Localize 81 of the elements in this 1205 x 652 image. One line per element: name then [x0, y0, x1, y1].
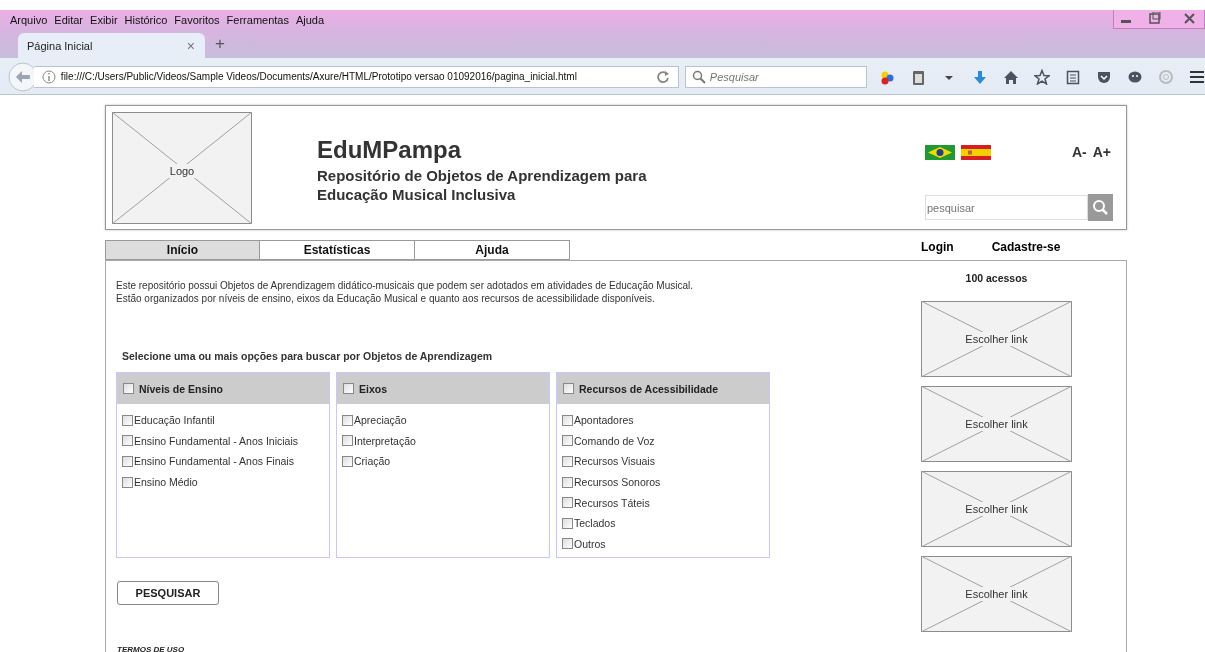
placeholder-label: Escolher link: [963, 502, 1030, 516]
group-title: Eixos: [359, 382, 387, 395]
checkbox[interactable]: [122, 414, 133, 426]
intro-text: Estão organizados por níveis de ensino, eixos da Educação Musical e quanto aos recursos de acessibilidade disponíveis.: [116, 292, 656, 305]
option-label: Outros: [574, 537, 606, 550]
nav-tab[interactable]: Início: [105, 240, 260, 260]
font-size-button[interactable]: A+: [1092, 144, 1111, 160]
checkbox[interactable]: [123, 383, 134, 394]
placeholder-label: Escolher link: [963, 417, 1030, 431]
group-title: Recursos de Acessibilidade: [579, 382, 719, 395]
option-label: Recursos Sonoros: [574, 476, 661, 489]
checkbox[interactable]: [122, 435, 133, 447]
nav-tab[interactable]: Estatísticas: [260, 240, 415, 260]
checkbox[interactable]: [562, 476, 573, 488]
window-controls[interactable]: [1113, 10, 1205, 29]
menu-item[interactable]: Ferramentas: [226, 14, 289, 26]
address-bar[interactable]: file:///C:/Users/Public/Videos/Sample Videos/Documents/Axure/HTML/Prototipo versao 01092016/pagina_inicial.html: [33, 65, 679, 88]
close-icon[interactable]: ×: [186, 38, 195, 54]
visit-counter: 100 acessos: [965, 272, 1028, 286]
search-icon[interactable]: [691, 69, 706, 84]
checkbox[interactable]: [562, 456, 573, 467]
search-field[interactable]: Pesquisar: [684, 65, 867, 88]
clipboard-icon[interactable]: [910, 68, 926, 85]
checkbox[interactable]: [563, 383, 574, 394]
search-icon[interactable]: [1088, 194, 1113, 221]
option-label: Criação: [354, 455, 391, 468]
home-icon[interactable]: [1003, 68, 1019, 85]
menu-item[interactable]: Favoritos: [174, 14, 220, 26]
menu-item[interactable]: Exibir: [90, 14, 118, 26]
option-label: Ensino Fundamental - Anos Finais: [134, 455, 294, 468]
terms-link[interactable]: TERMOS DE USO: [117, 645, 911, 652]
checkbox[interactable]: [562, 497, 573, 509]
intro-text: Este repositório possui Objetos de Aprendizagem didático-musicais que podem ser adotados em atividades de Educação Musical.: [116, 279, 694, 292]
option-label: Interpretação: [354, 434, 416, 447]
account-link[interactable]: Login: [921, 240, 954, 260]
option-label: Comando de Voz: [574, 434, 655, 447]
nav-tab[interactable]: Ajuda: [415, 240, 570, 260]
font-size-button[interactable]: A-: [1071, 144, 1087, 160]
option-label: Recursos Táteis: [574, 496, 650, 509]
checkbox[interactable]: [562, 538, 573, 550]
menu-item[interactable]: Arquivo: [10, 14, 48, 26]
checkbox[interactable]: [122, 456, 133, 467]
download-icon[interactable]: [972, 68, 988, 85]
site-title: EduMPampa: [317, 136, 463, 164]
filter-prompt: Selecione uma ou mais opções para buscar por Objetos de Aprendizagem: [122, 350, 494, 362]
info-icon[interactable]: [41, 69, 56, 84]
search-button[interactable]: PESQUISAR: [117, 581, 219, 605]
placeholder-label: Escolher link: [963, 332, 1030, 346]
checkbox[interactable]: [562, 414, 573, 426]
browser-tab[interactable]: Página Inicial ×: [18, 33, 205, 59]
option-label: Ensino Médio: [134, 476, 198, 489]
option-label: Recursos Visuais: [574, 455, 655, 468]
option-label: Educação Infantil: [134, 414, 215, 427]
search-field[interactable]: pesquisar: [925, 195, 1088, 220]
checkbox[interactable]: [562, 517, 573, 529]
placeholder-label: Escolher link: [963, 587, 1030, 601]
url-text: file:///C:/Users/Public/Videos/Sample Videos/Documents/Axure/HTML/Prototipo versao 01092016/pagina_inicial.html: [60, 71, 577, 82]
menu-item[interactable]: Ajuda: [295, 14, 325, 26]
group-title: Níveis de Ensino: [139, 382, 224, 395]
flag-icon[interactable]: [961, 144, 991, 160]
checkbox[interactable]: [342, 435, 353, 447]
checkbox[interactable]: [342, 456, 353, 467]
tab-title: Página Inicial: [27, 40, 93, 52]
option-label: Ensino Fundamental - Anos Iniciais: [134, 434, 298, 447]
site-subtitle: Repositório de Objetos de Aprendizagem para Educação Musical Inclusiva: [317, 166, 648, 204]
menu-item[interactable]: Editar: [54, 14, 84, 26]
checkbox[interactable]: [122, 476, 133, 488]
new-tab-button[interactable]: +: [215, 34, 225, 54]
account-link[interactable]: Cadastre-se: [991, 240, 1061, 260]
menu-icon[interactable]: [1189, 68, 1205, 85]
reading-list-icon[interactable]: [1065, 68, 1081, 85]
checkbox[interactable]: [342, 414, 353, 426]
option-label: Apontadores: [574, 414, 634, 427]
menu-item[interactable]: Histórico: [124, 14, 168, 26]
checkbox[interactable]: [562, 435, 573, 447]
flag-icon[interactable]: [925, 144, 955, 160]
option-label: Teclados: [574, 517, 616, 530]
checkbox[interactable]: [343, 383, 354, 394]
star-icon[interactable]: [1034, 68, 1050, 85]
option-label: Apreciação: [354, 414, 407, 427]
reload-icon[interactable]: [655, 69, 670, 84]
